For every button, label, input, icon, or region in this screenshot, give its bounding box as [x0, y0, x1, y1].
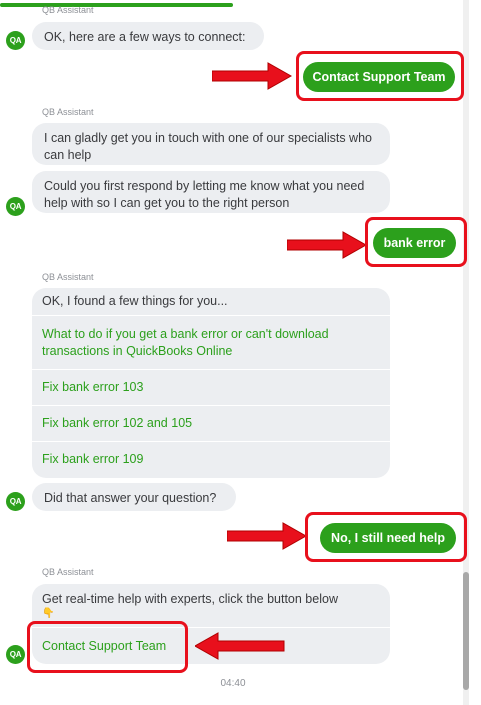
message-bubble: Could you first respond by letting me kn…	[32, 171, 390, 213]
pointing-down-icon: 👇	[42, 608, 55, 619]
progress-bar	[0, 3, 233, 7]
card-header: OK, I found a few things for you...	[32, 288, 390, 315]
scrollbar-thumb[interactable]	[463, 572, 469, 690]
message-timestamp: 04:40	[220, 678, 246, 689]
message-text: OK, I found a few things for you...	[42, 294, 228, 308]
link-text[interactable]: What to do if you get a bank error or ca…	[42, 326, 380, 360]
user-reply-still-need-help[interactable]: No, I still need help	[320, 523, 456, 553]
assistant-avatar: QA	[6, 645, 25, 664]
sender-name: QB Assistant	[42, 567, 94, 577]
assistant-avatar: QA	[6, 31, 25, 50]
red-arrow-right-icon	[227, 522, 307, 550]
message-text: OK, here are a few ways to connect:	[44, 30, 246, 44]
help-article-link[interactable]: What to do if you get a bank error or ca…	[32, 316, 390, 369]
search-results-card: OK, I found a few things for you... What…	[32, 288, 390, 478]
message-bubble: I can gladly get you in touch with one o…	[32, 123, 390, 165]
red-arrow-right-icon	[212, 62, 292, 90]
link-text[interactable]: Fix bank error 109	[42, 451, 143, 468]
message-text: Could you first respond by letting me kn…	[44, 179, 365, 210]
scrollbar[interactable]	[463, 0, 469, 705]
message-bubble: OK, here are a few ways to connect:	[32, 22, 264, 50]
red-arrow-right-icon	[287, 231, 367, 259]
user-reply-contact-support[interactable]: Contact Support Team	[303, 62, 455, 92]
user-reply-bank-error[interactable]: bank error	[373, 228, 456, 258]
help-article-link[interactable]: Fix bank error 109	[32, 442, 390, 477]
message-text: Get real-time help with experts, click t…	[42, 592, 338, 606]
link-text[interactable]: Fix bank error 103	[42, 379, 143, 396]
red-arrow-left-icon	[195, 632, 285, 660]
message-text: I can gladly get you in touch with one o…	[44, 131, 372, 162]
assistant-avatar: QA	[6, 492, 25, 511]
sender-name: QB Assistant	[42, 5, 94, 15]
sender-name: QB Assistant	[42, 107, 94, 117]
help-article-link[interactable]: Fix bank error 103	[32, 370, 390, 405]
sender-name: QB Assistant	[42, 272, 94, 282]
link-text[interactable]: Fix bank error 102 and 105	[42, 415, 192, 432]
highlight-box	[27, 621, 188, 673]
message-text: Did that answer your question?	[44, 491, 217, 505]
assistant-avatar: QA	[6, 197, 25, 216]
message-bubble: Did that answer your question?	[32, 483, 236, 511]
help-article-link[interactable]: Fix bank error 102 and 105	[32, 406, 390, 441]
